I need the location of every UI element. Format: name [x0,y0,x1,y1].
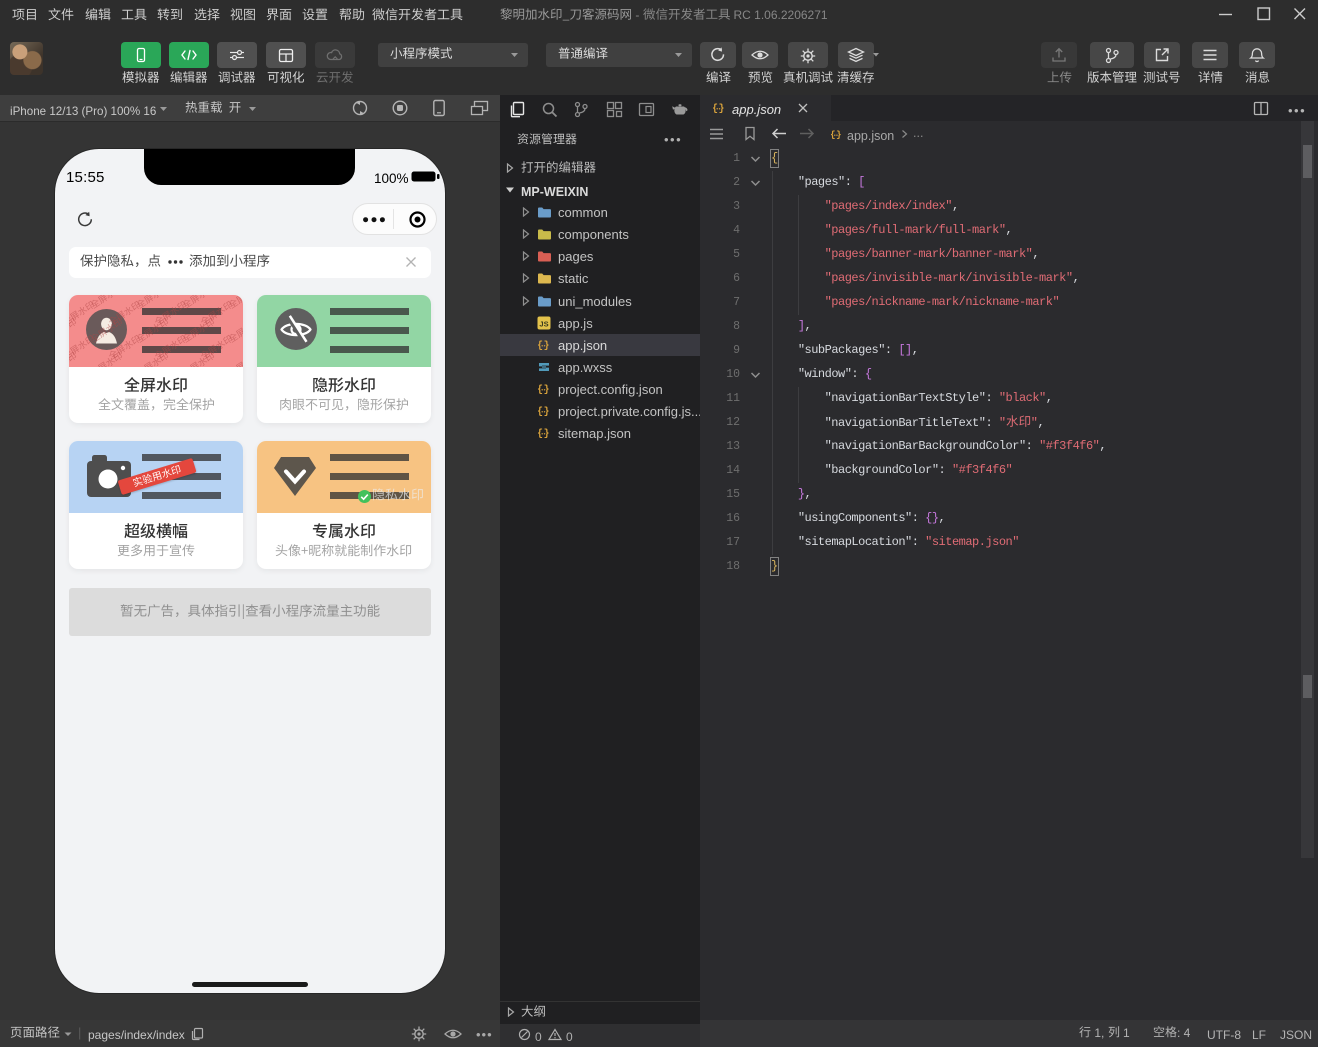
svg-text:JS: JS [539,319,548,328]
